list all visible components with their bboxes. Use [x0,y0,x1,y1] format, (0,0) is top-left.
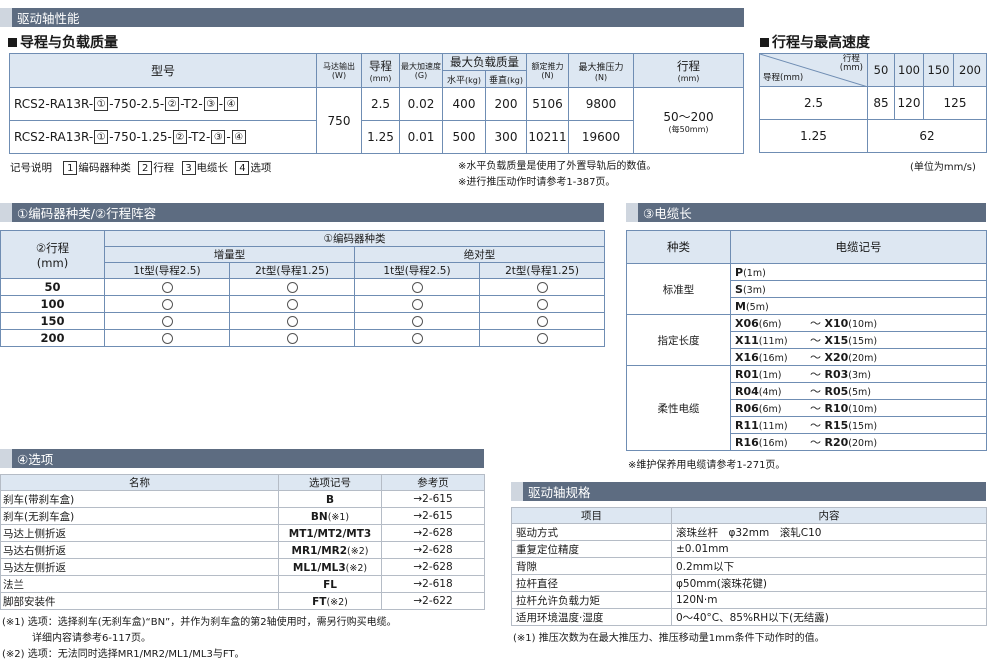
table-row: 拉杆直径 φ50mm(滚珠花键) [511,574,987,592]
available-circle-icon [411,282,423,293]
subsection-title-stroke-speed: 行程与最高速度 [760,32,870,52]
cable-note: ※维护保养用电缆请参考1-271页。 [628,460,786,471]
available-circle-icon [286,316,298,327]
available-circle-icon [286,282,298,293]
header-absolute: 绝对型 [353,246,606,263]
table-row: 马达右侧折返 MR1/MR2(※2) →2-628 [0,541,485,559]
available-circle-icon [161,299,173,310]
table-row: 适用环境温度·湿度 0～40°C、85%RH以下(无结露) [511,608,987,626]
model-cell: RCS2-RA13R- ① -750-2.5- ② -T2- ③ - ④ [9,87,317,121]
table-row: 指定长度 X06(6m) ～ X10(10m) [626,314,987,366]
table-row: 刹车(无刹车盒) BN(※1) →2-615 [0,507,485,525]
note-horizontal-load: ※水平负载质量是使用了外置导轨后的数值。 [458,161,657,172]
section-bar-title: 驱动轴性能 [17,11,80,26]
lead-load-table: 型号 马达输出 (W) 导程 (mm) 最大加速度 (G) 最大负载质量 额定推力 (N… [9,53,744,154]
cable-length-table: 种类 电缆记号 标准型 P(1m) S(3m) M(5m) 指定长度 X06(6… [626,230,987,451]
table-row: 150 [0,312,606,330]
table-row: 脚部安装件 FT(※2) →2-622 [0,592,485,610]
table-row: 法兰 FL →2-618 [0,575,485,593]
option-note-1: (※1) 选项：选择刹车(无刹车盒)“BN”，并作为刹车盒的第2轴使用时，需另行… [2,617,397,628]
stroke-value: 50～200 (每50mm) [633,87,744,154]
header-encoder: ①编码器种类 [103,230,606,247]
available-circle-icon [536,299,548,310]
header-max-load: 最大负载质量 [442,53,527,71]
motor-output-value: 750 [316,87,362,154]
table-row: RCS2-RA13R- ① -750-2.5- ② -T2- ③ - ④ 750 2.5 0.… [9,87,744,154]
available-circle-icon [411,299,423,310]
note-push-reference: ※进行推压动作时请参考1-387页。 [458,177,616,188]
options-table: 名称 选项记号 参考页 刹车(带刹车盒) B →2-615 刹车(无刹车盒) BN(※… [0,474,485,610]
legend: 记号说明 1 编码器种类 2 行程 3 电缆长 4 选项 [10,161,272,175]
square-bullet-icon [760,37,769,47]
table-row: 背隙 0.2mm以下 [511,557,987,575]
header-stroke: ②行程 (mm) [0,230,105,279]
encoder-stroke-table: ②行程 (mm) ①编码器种类 增量型 绝对型 1t型(导程2.5) 2t型(导程… [0,230,606,347]
spec-note: (※1) 推压次数为在最大推压力、推压移动量1mm条件下动作时的值。 [513,633,825,644]
header-rated-thrust: 额定推力 (N) [526,53,569,88]
table-row: RCS2-RA13R- ① -750-1.25- ② -T2- ③ - ④ 1.25 0.01… [9,120,744,154]
square-bullet-icon [8,37,17,47]
table-row: 100 [0,295,606,313]
header-lead: 导程 (mm) [361,53,400,88]
table-row: 1.25 62 [759,119,987,153]
header-model: 型号 [9,53,317,88]
header-stroke: 行程 (mm) [633,53,744,88]
header-motor: 马达输出 (W) [316,53,362,88]
axis-spec-table: 项目 内容 驱动方式 滚珠丝杆 φ32mm 滚轧C10 重复定位精度 ±0.01mm… [511,507,987,626]
section-bar-options: ④选项 [0,449,484,468]
stroke-speed-table: 行程 (mm) 导程(mm) 50 100 150 200 2.5 85 120 … [759,53,987,153]
section-bar-cable-length: ③电缆长 [626,203,986,222]
table-row: 刹车(带刹车盒) B →2-615 [0,490,485,508]
available-circle-icon [161,282,173,293]
available-circle-icon [286,333,298,344]
available-circle-icon [536,316,548,327]
header-accel: 最大加速度 (G) [399,53,443,88]
section-bar-axis-spec: 驱动轴规格 [511,482,986,501]
header-horizontal: 水平(kg) [442,70,486,88]
table-row: 拉杆允许负载力矩 120N·m [511,591,987,609]
available-circle-icon [161,316,173,327]
unit-note: (单位为mm/s) [910,162,976,173]
header-incremental: 增量型 [104,246,355,263]
header-vertical: 垂直(kg) [485,70,527,88]
available-circle-icon [286,299,298,310]
option-note-2: (※2) 选项：无法同时选择MR1/MR2/ML1/ML3与FT。 [2,649,245,659]
table-row: 马达上侧折返 MT1/MT2/MT3 →2-628 [0,524,485,542]
available-circle-icon [411,316,423,327]
option-note-1-detail: 详细内容请参考6-117页。 [32,633,152,644]
corner-header: 行程 (mm) 导程(mm) [759,53,868,87]
table-row: 标准型 P(1m) [626,263,987,315]
table-row: 200 [0,329,606,347]
table-row: 柔性电缆 R01(1m) ～ R03(3m) [626,365,987,451]
table-row: 驱动方式 滚珠丝杆 φ32mm 滚轧C10 [511,523,987,541]
available-circle-icon [536,282,548,293]
table-row: 2.5 85 120 125 [759,86,987,120]
available-circle-icon [161,333,173,344]
section-bar-encoder-stroke: ①编码器种类/②行程阵容 [0,203,604,222]
table-row: 马达左侧折返 ML1/ML3(※2) →2-628 [0,558,485,576]
header-max-push: 最大推压力 (N) [568,53,634,88]
available-circle-icon [411,333,423,344]
table-row: 重复定位精度 ±0.01mm [511,540,987,558]
section-bar-performance: 驱动轴性能 [0,8,744,27]
subsection-title-lead-load: 导程与负载质量 [8,32,118,52]
table-row: 50 [0,278,606,296]
model-cell: RCS2-RA13R- ① -750-1.25- ② -T2- ③ - ④ [9,120,317,154]
available-circle-icon [536,333,548,344]
